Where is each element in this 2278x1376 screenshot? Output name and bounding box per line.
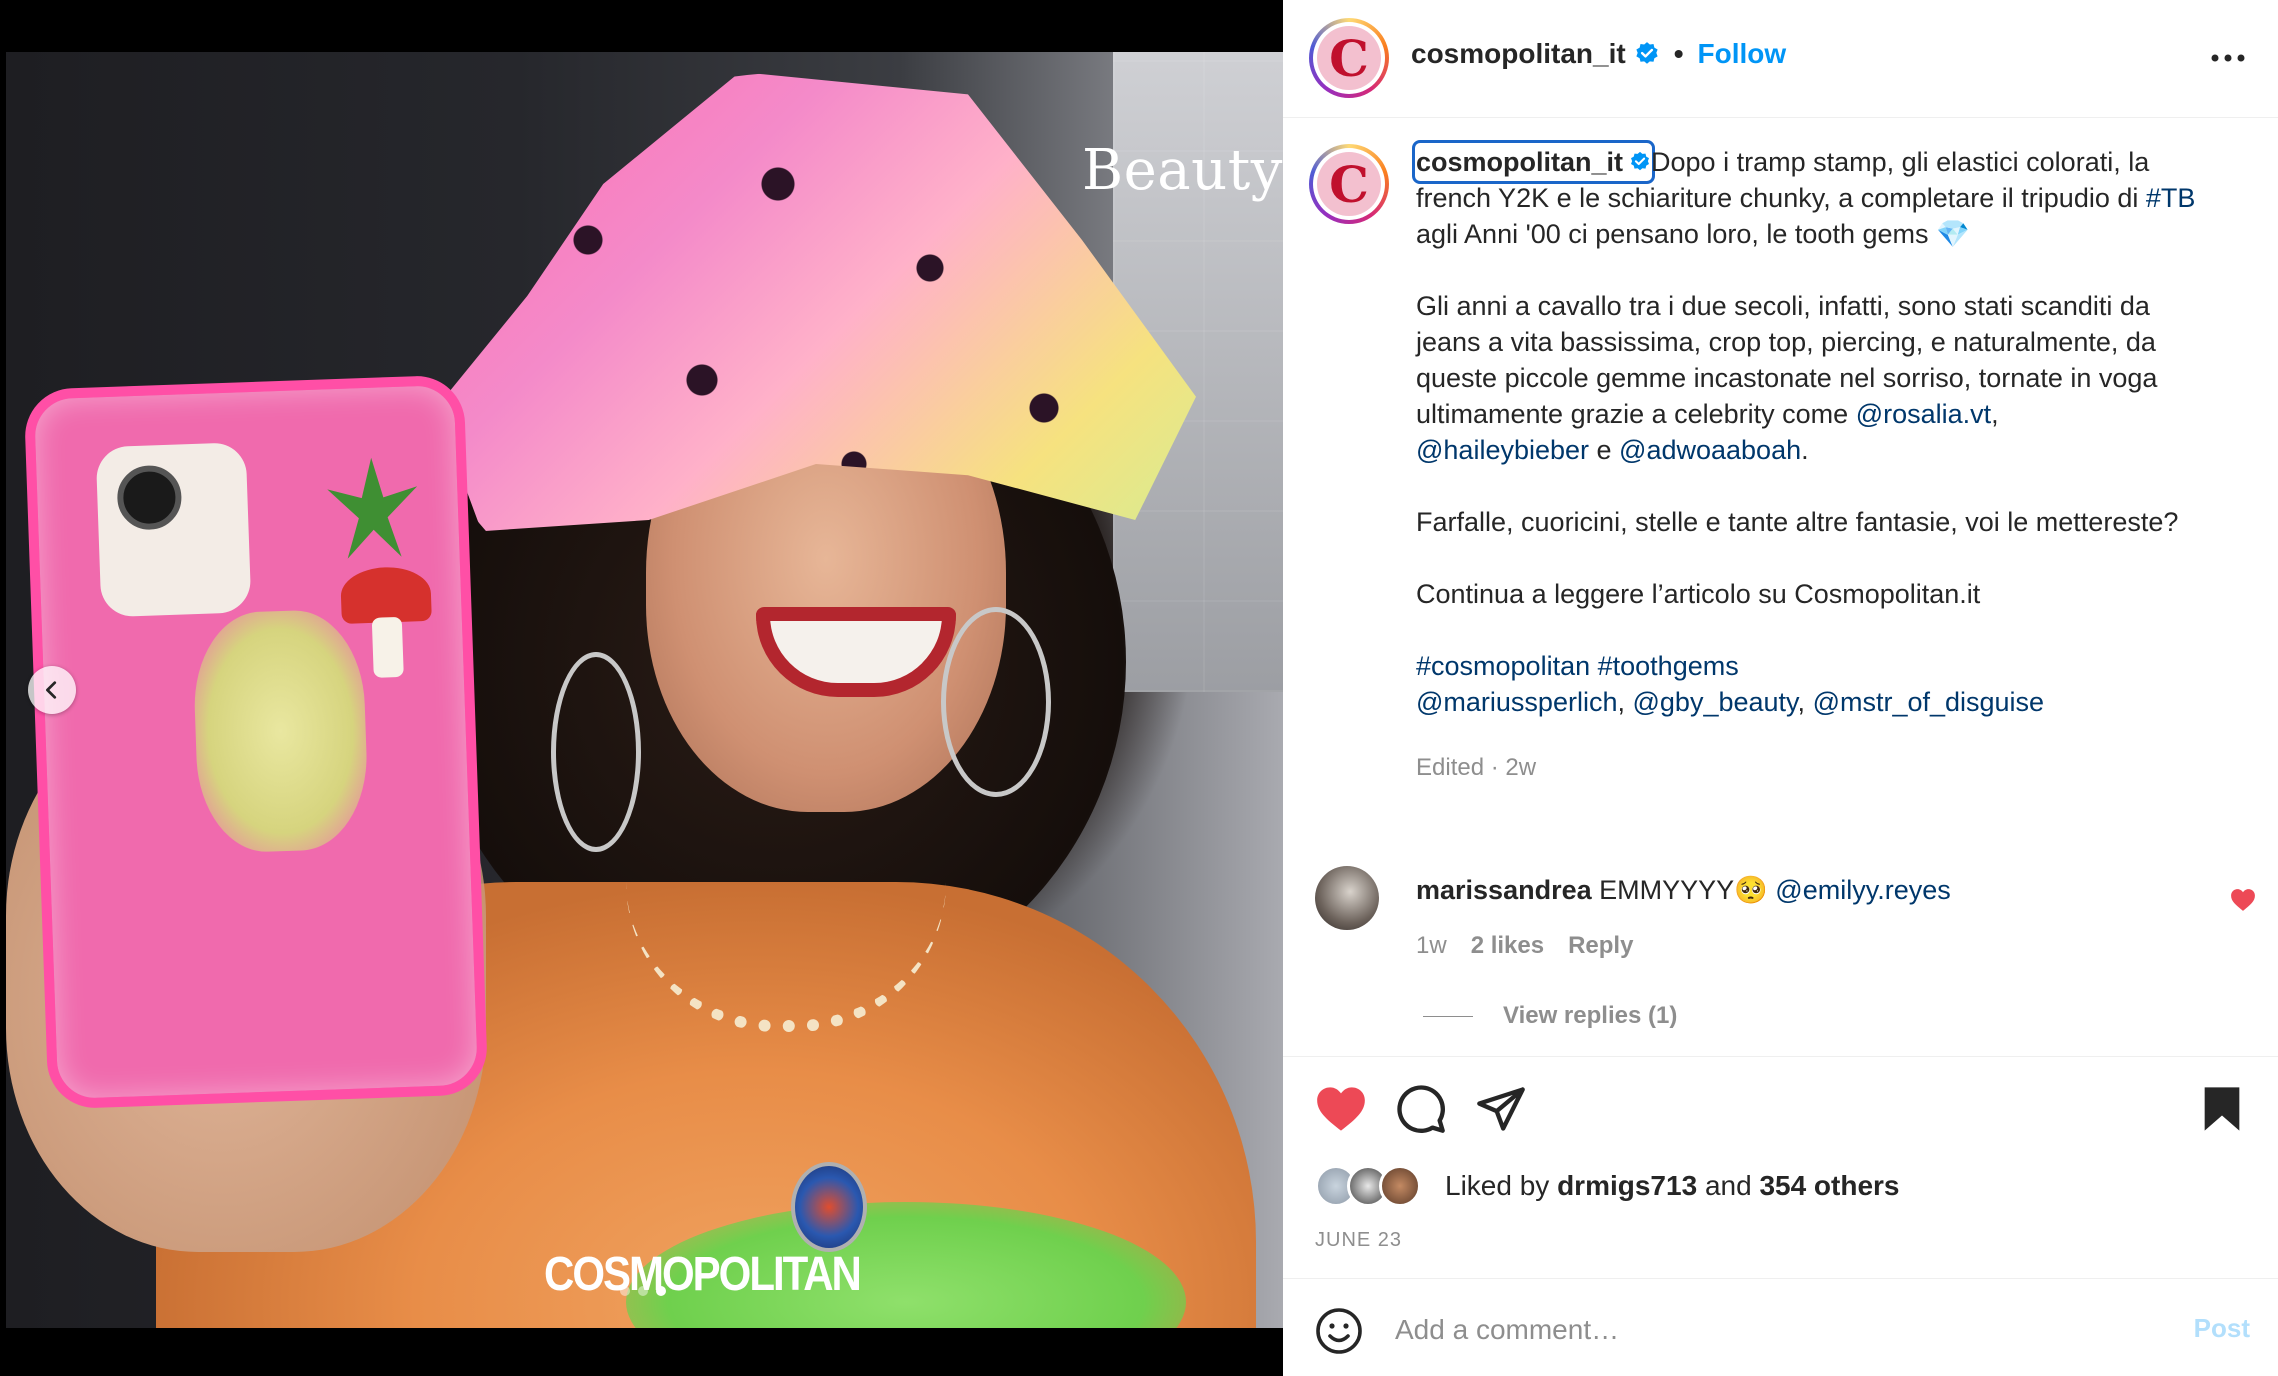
caption-text-segment: e [1589,435,1620,465]
caption-text-segment: Gli anni a cavallo tra i due secoli, inf… [1416,291,2158,429]
bookmark-filled-icon [2204,1087,2240,1131]
emoji-icon [1316,1308,1362,1354]
avatar-logo: C [1317,26,1381,90]
caption-text-segment: , [1991,399,1999,429]
caption-paragraph-4: Continua a leggere l’articolo su Cosmopo… [1416,579,1981,609]
more-options-button[interactable] [2208,40,2248,76]
phone-lens [116,464,183,531]
header-user-row: cosmopolitan_it • Follow [1411,38,1786,70]
caption-text: cosmopolitan_it Dopo i tramp stamp, gli e… [1411,140,2216,786]
carousel-dot [620,1286,630,1296]
header-separator: • [1673,38,1684,69]
post-details-panel: C cosmopolitan_it • Follow C cosmopolita… [1283,0,2278,1376]
mention-link[interactable]: @mstr_of_disguise [1813,687,2045,717]
photo-earring-right [941,607,1051,797]
avatar-ring-inner: C [1313,22,1385,94]
hashtag-link[interactable]: #toothgems [1598,651,1739,681]
mention-link[interactable]: @gby_beauty [1633,687,1798,717]
comment-meta: 1w 2 likes Reply [1416,932,1633,960]
mention-link[interactable]: @rosalia.vt [1856,399,1991,429]
chevron-left-icon [46,681,57,699]
comment-time: 1w [1416,932,1447,959]
commenter-avatar[interactable] [1315,866,1379,930]
post-date: JUNE 23 [1315,1229,1403,1251]
post-comment-button[interactable]: Post [2194,1313,2250,1344]
author-username[interactable]: cosmopolitan_it [1411,38,1626,70]
comment-button[interactable] [1395,1083,1447,1135]
comment-icon [1397,1085,1445,1133]
post-media[interactable]: Beauty COSMOPOLITAN [0,0,1283,1376]
phone-sticker-fairy [191,608,370,855]
post-caption-area: C cosmopolitan_it Dopo i tramp stamp, gli… [1283,118,2278,1058]
share-button[interactable] [1475,1083,1527,1135]
caption-text-segment: . [1801,435,1809,465]
replies-divider [1423,1015,1473,1017]
caption-paragraph-1: cosmopolitan_it Dopo i tramp stamp, gli e… [1411,140,2216,252]
post-photo: Beauty COSMOPOLITAN [6,52,1283,1328]
mention-link[interactable]: @mariussperlich [1416,687,1617,717]
mention-link[interactable]: @emilyy.reyes [1775,875,1950,905]
hashtag-link[interactable]: #TB [2146,183,2196,213]
view-replies-button[interactable]: View replies (1) [1423,1002,1677,1030]
overlay-brand: COSMOPOLITAN [544,1246,862,1301]
likes-count-link[interactable]: 354 others [1759,1170,1899,1201]
emoji-button[interactable] [1315,1307,1363,1355]
photo-phone [23,374,489,1110]
caption-author-avatar[interactable]: C [1309,144,1389,224]
liked-by-text: Liked by drmigs713 and 354 others [1445,1170,1900,1202]
verified-badge-icon [1631,151,1650,171]
carousel-dot [638,1286,648,1296]
liked-prefix: Liked by [1445,1170,1550,1201]
caption-paragraph-3: Farfalle, cuoricini, stelle e tante altr… [1416,507,2179,537]
phone-sticker-leaf [326,456,419,559]
share-icon [1477,1087,1525,1131]
caption-text-segment: agli Anni '00 ci pensano loro, le tooth … [1416,219,1970,249]
like-button[interactable] [1315,1083,1367,1135]
commenter-username[interactable]: marissandrea [1416,875,1592,905]
caption-paragraph-2: Gli anni a cavallo tra i due secoli, inf… [1416,288,2216,468]
mention-link[interactable]: @adwoaaboah [1619,435,1801,465]
caption-text-segment: , [1617,687,1625,717]
post-actions: Liked by drmigs713 and 354 others JUNE 2… [1283,1056,2278,1296]
liker-username[interactable]: drmigs713 [1557,1170,1697,1201]
author-avatar[interactable]: C [1309,18,1389,98]
hashtag-link[interactable]: #cosmopolitan [1416,651,1590,681]
comment-body: EMMYYYY🥺 [1599,875,1768,905]
post-header: C cosmopolitan_it • Follow [1283,0,2278,118]
caption-username[interactable]: cosmopolitan_it [1411,140,1656,184]
carousel-dot-active [656,1286,666,1296]
overlay-title: Beauty [1082,138,1283,203]
view-replies-label: View replies (1) [1503,1002,1678,1029]
liker-avatar [1379,1165,1421,1207]
liker-avatars [1315,1165,1435,1207]
photo-earring-left [551,652,641,852]
caption-text-segment: , [1797,687,1806,717]
comment-likes[interactable]: 2 likes [1471,932,1544,960]
verified-badge-icon [1636,42,1658,64]
add-comment-bar: Post [1283,1278,2278,1376]
carousel-prev-button[interactable] [28,666,76,714]
mention-link[interactable]: @haileybieber [1416,435,1589,465]
caption-username-text: cosmopolitan_it [1416,147,1624,177]
caption-meta: Edited · 2w [1416,754,1537,781]
save-button[interactable] [2196,1083,2248,1135]
more-options-icon [2211,54,2245,62]
heart-small-icon[interactable] [2230,888,2256,912]
heart-filled-icon [1317,1087,1365,1131]
carousel-indicator [620,1286,666,1296]
avatar-logo: C [1317,152,1381,216]
comment-input[interactable] [1395,1303,2095,1357]
comment-reply-button[interactable]: Reply [1568,932,1633,960]
follow-button[interactable]: Follow [1698,38,1787,70]
phone-camera [95,442,252,618]
photo-pendant [791,1162,867,1252]
avatar-ring-inner: C [1313,148,1385,220]
caption-tags: #cosmopolitan #toothgems @mariussperlich… [1416,648,2216,720]
comment-text: marissandrea EMMYYYY🥺 @emilyy.reyes [1416,874,1951,906]
liked-and: and [1704,1170,1752,1201]
liked-by-row: Liked by drmigs713 and 354 others [1315,1165,1900,1207]
